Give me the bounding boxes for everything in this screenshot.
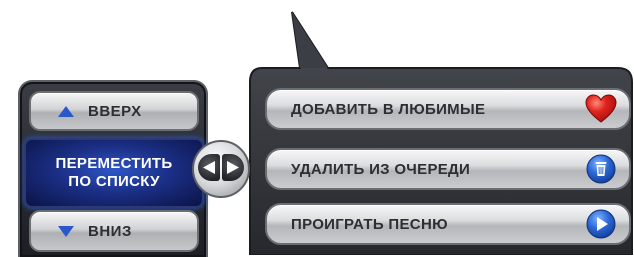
move-up-label: ВВЕРХ xyxy=(88,103,142,120)
trash-icon xyxy=(585,153,617,185)
move-up-button[interactable]: ВВЕРХ xyxy=(29,91,199,131)
move-label-line2: ПО СПИСКУ xyxy=(68,173,159,191)
move-down-button[interactable]: ВНИЗ xyxy=(29,210,199,252)
play-icon xyxy=(585,208,617,240)
arrow-left-icon xyxy=(203,161,215,174)
add-to-favorites-button[interactable]: ДОБАВИТЬ В ЛЮБИМЫЕ xyxy=(265,88,631,130)
play-song-button[interactable]: ПРОИГРАТЬ ПЕСНЮ xyxy=(265,203,631,245)
add-to-favorites-label: ДОБАВИТЬ В ЛЮБИМЫЕ xyxy=(291,101,485,118)
left-right-dial[interactable] xyxy=(192,140,250,198)
move-label-line1: ПЕРЕМЕСТИТЬ xyxy=(56,155,173,173)
arrow-down-icon xyxy=(58,226,74,237)
arrow-up-icon xyxy=(58,106,74,117)
arrow-right-icon xyxy=(227,161,239,174)
dial-right-button[interactable] xyxy=(222,154,244,181)
remove-from-queue-button[interactable]: УДАЛИТЬ ИЗ ОЧЕРЕДИ xyxy=(265,148,631,190)
move-in-list-panel: ВВЕРХ ПЕРЕМЕСТИТЬ ПО СПИСКУ ВНИЗ xyxy=(18,80,208,257)
move-in-list-label: ПЕРЕМЕСТИТЬ ПО СПИСКУ xyxy=(24,138,204,208)
dial-left-button[interactable] xyxy=(198,154,220,181)
play-song-label: ПРОИГРАТЬ ПЕСНЮ xyxy=(291,216,448,233)
remove-from-queue-label: УДАЛИТЬ ИЗ ОЧЕРЕДИ xyxy=(291,161,470,178)
move-down-label: ВНИЗ xyxy=(88,223,132,240)
heart-icon xyxy=(585,93,617,125)
